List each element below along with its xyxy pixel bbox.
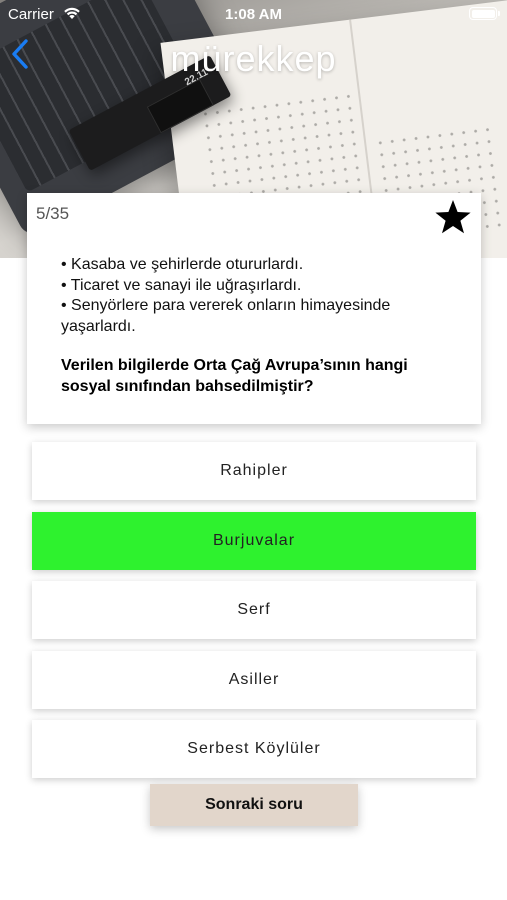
battery-icon bbox=[469, 7, 500, 20]
option-serbest-koyluler[interactable]: Serbest Köylüler bbox=[32, 720, 476, 778]
question-prompt: Verilen bilgilerde Orta Çağ Avrupa’sının… bbox=[61, 357, 408, 395]
question-bullet: • Senyörlere para vererek onların himaye… bbox=[61, 297, 391, 335]
star-icon[interactable] bbox=[434, 198, 472, 236]
question-card: 5/35 • Kasaba ve şehirlerde otururlardı.… bbox=[27, 193, 481, 424]
app-title: mürekkep bbox=[170, 38, 337, 79]
question-counter: 5/35 bbox=[36, 204, 70, 223]
question-bullets: • Kasaba ve şehirlerde otururlardı. • Ti… bbox=[61, 255, 461, 337]
next-question-label: Sonraki soru bbox=[205, 796, 303, 813]
status-time: 1:08 AM bbox=[225, 6, 282, 23]
status-bar: Carrier 1:08 AM bbox=[0, 0, 507, 28]
option-label: Rahipler bbox=[220, 462, 288, 479]
next-question-button[interactable]: Sonraki soru bbox=[150, 784, 358, 826]
option-burjuvalar[interactable]: Burjuvalar bbox=[32, 512, 476, 570]
option-label: Serf bbox=[237, 601, 271, 618]
option-label: Asiller bbox=[228, 671, 280, 688]
option-label: Burjuvalar bbox=[212, 532, 296, 549]
question-bullet: • Ticaret ve sanayi ile uğraşırlardı. bbox=[61, 276, 302, 294]
option-asiller[interactable]: Asiller bbox=[32, 651, 476, 709]
option-rahipler[interactable]: Rahipler bbox=[32, 442, 476, 500]
question-bullet: • Kasaba ve şehirlerde otururlardı. bbox=[61, 256, 304, 273]
option-serf[interactable]: Serf bbox=[32, 581, 476, 639]
option-label: Serbest Köylüler bbox=[187, 740, 321, 757]
